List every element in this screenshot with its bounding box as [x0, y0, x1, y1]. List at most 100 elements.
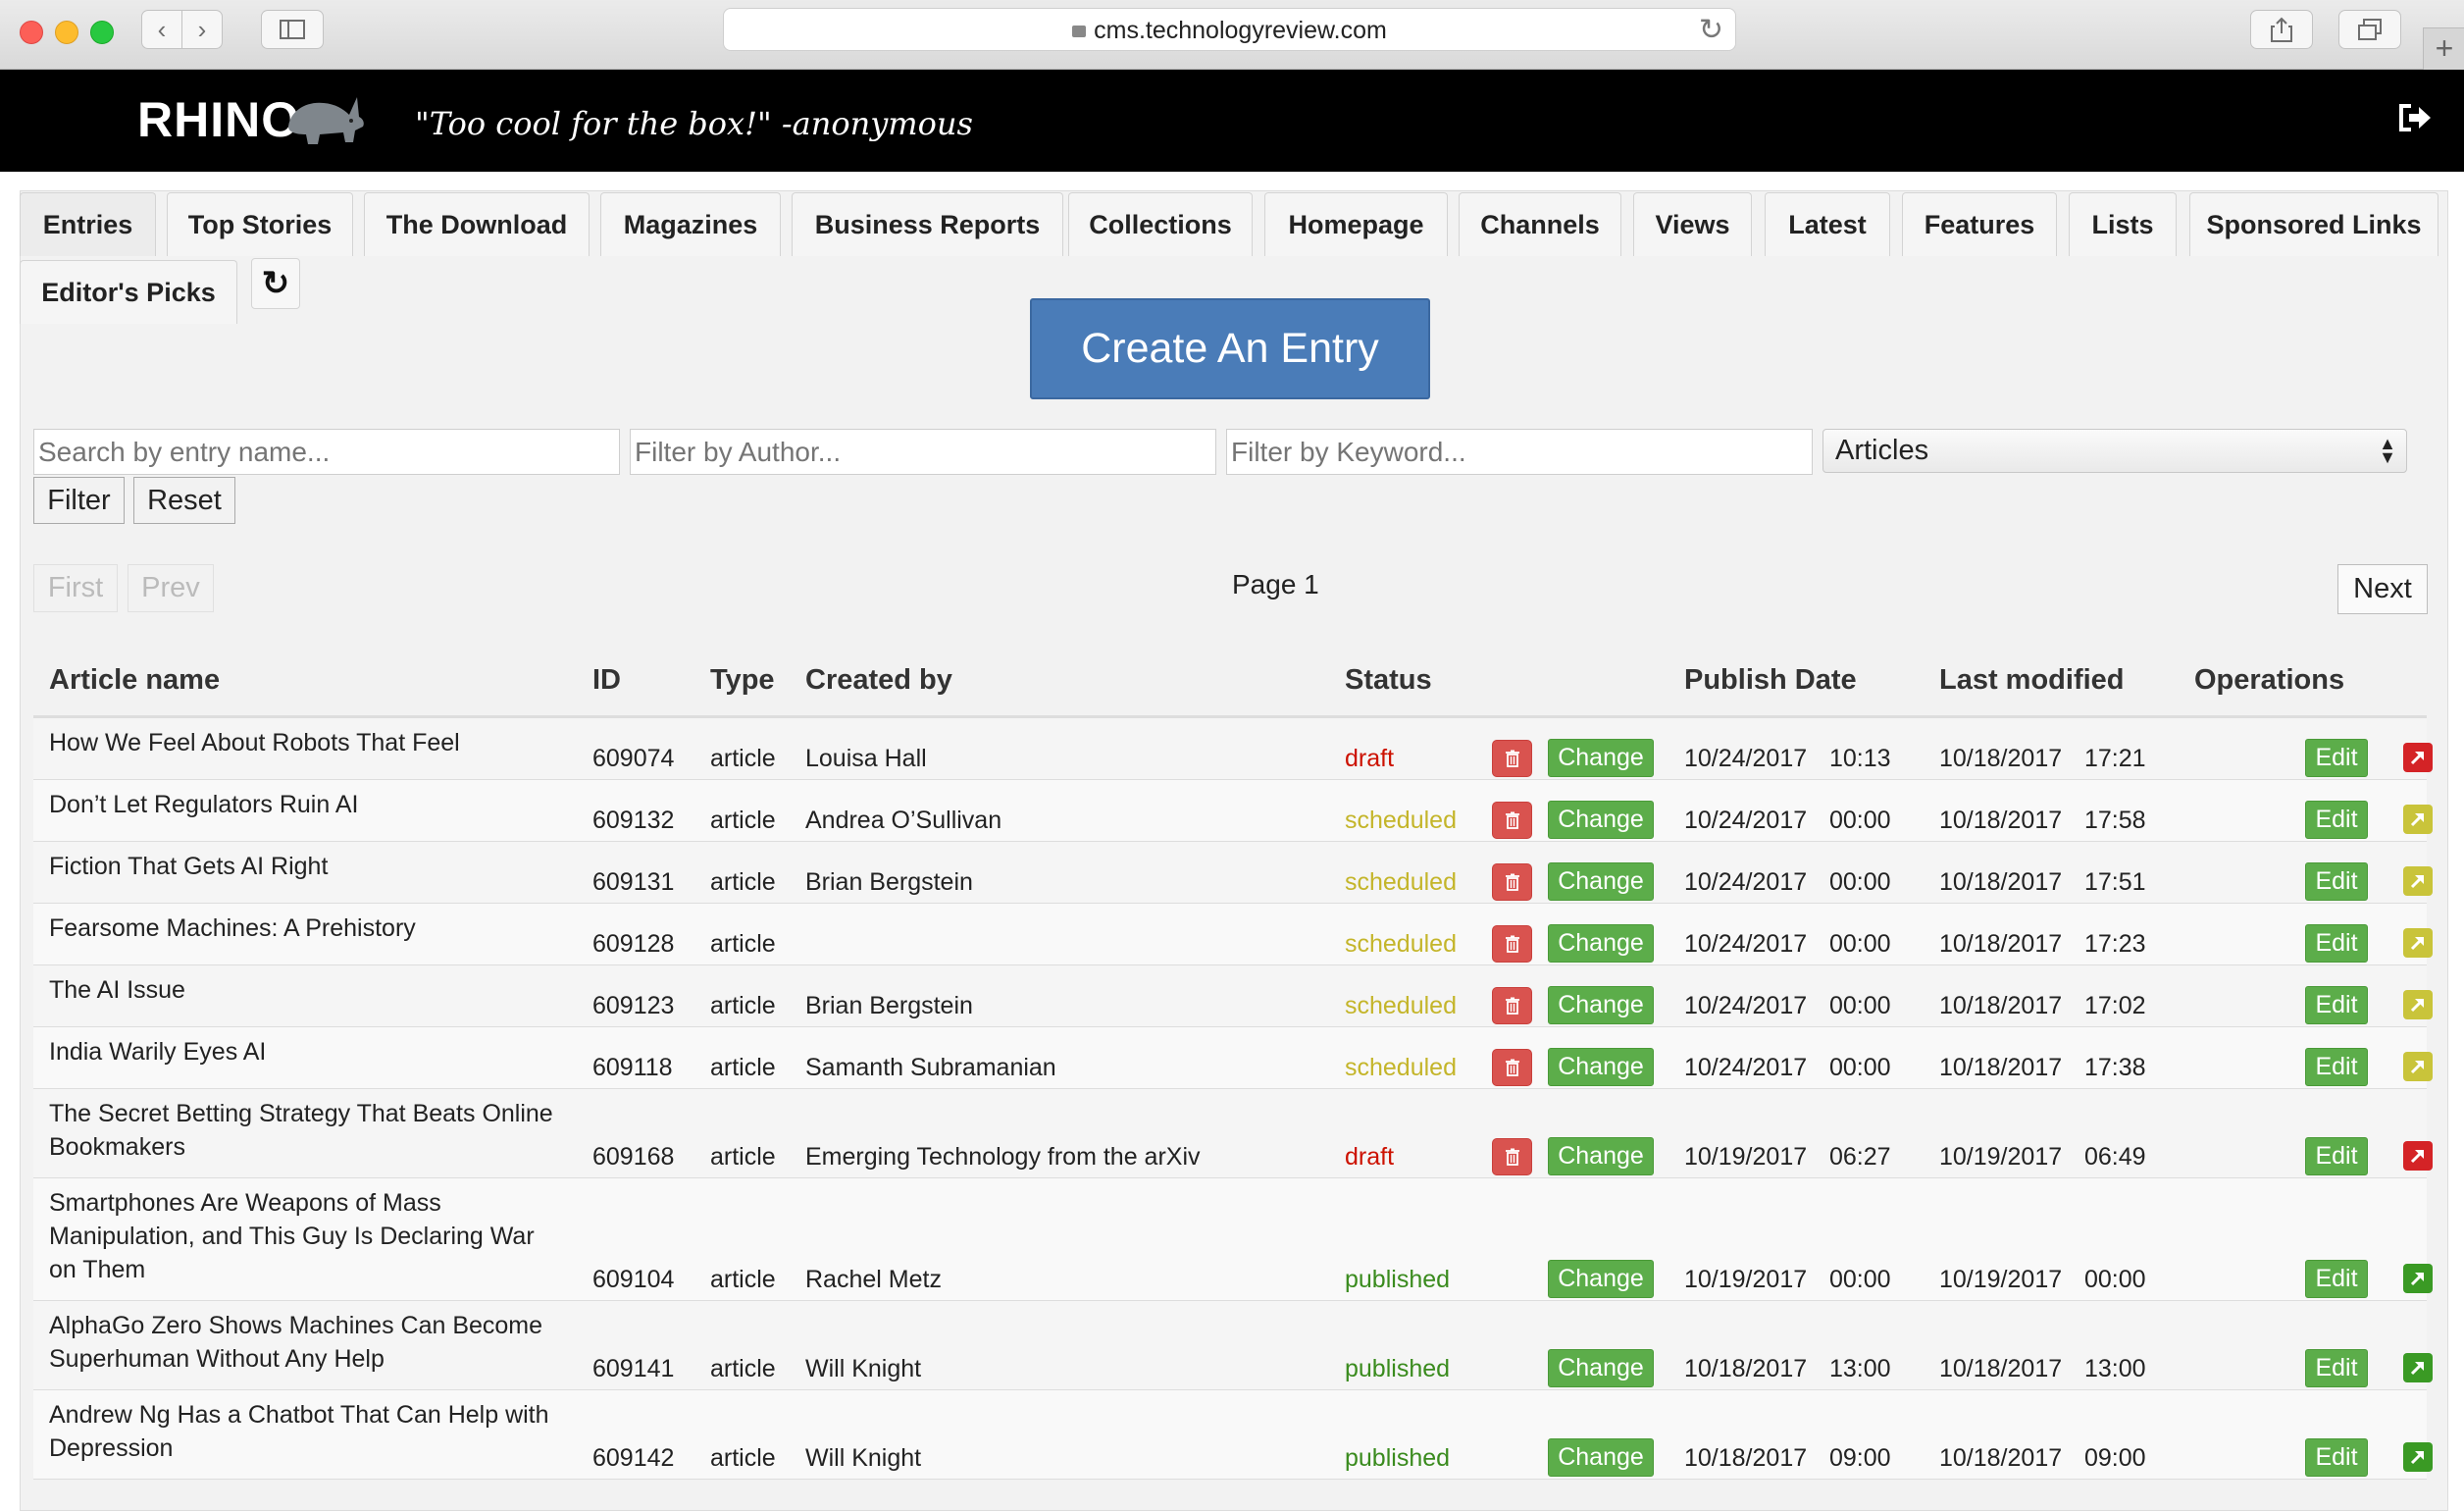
- tab-channels[interactable]: Channels: [1459, 192, 1621, 256]
- article-name[interactable]: The AI Issue: [49, 973, 559, 1007]
- change-status-button[interactable]: Change: [1548, 1438, 1654, 1477]
- tab-homepage[interactable]: Homepage: [1264, 192, 1448, 256]
- prev-page-button[interactable]: Prev: [128, 564, 214, 612]
- address-bar[interactable]: cms.technologyreview.com ↻: [723, 8, 1736, 51]
- refresh-button[interactable]: ↻: [251, 258, 300, 309]
- delete-button[interactable]: [1492, 987, 1532, 1024]
- reset-button[interactable]: Reset: [133, 477, 235, 524]
- tab-magazines[interactable]: Magazines: [600, 192, 781, 256]
- publish-date: 10/24/2017: [1684, 930, 1808, 958]
- edit-button[interactable]: Edit: [2305, 1137, 2368, 1175]
- open-external-button[interactable]: [2403, 1052, 2433, 1081]
- change-status-button[interactable]: Change: [1548, 1349, 1654, 1387]
- delete-button[interactable]: [1492, 802, 1532, 839]
- open-external-button[interactable]: [2403, 866, 2433, 896]
- article-name[interactable]: Fearsome Machines: A Prehistory: [49, 912, 559, 945]
- modified-date: 10/19/2017: [1939, 1143, 2063, 1171]
- edit-button[interactable]: Edit: [2305, 986, 2368, 1024]
- modified-time: 17:58: [2084, 807, 2146, 834]
- forward-button[interactable]: ›: [181, 10, 223, 49]
- open-external-button[interactable]: [2403, 928, 2433, 958]
- article-name[interactable]: Andrew Ng Has a Chatbot That Can Help wi…: [49, 1398, 559, 1465]
- open-external-button[interactable]: [2403, 1442, 2433, 1472]
- article-name[interactable]: AlphaGo Zero Shows Machines Can Become S…: [49, 1309, 559, 1376]
- tab-top-stories[interactable]: Top Stories: [167, 192, 353, 256]
- tab-business-reports[interactable]: Business Reports: [792, 192, 1063, 256]
- sidebar-toggle-button[interactable]: [261, 10, 324, 49]
- create-entry-button[interactable]: Create An Entry: [1030, 298, 1430, 399]
- article-name[interactable]: Smartphones Are Weapons of Mass Manipula…: [49, 1186, 559, 1286]
- entry-id: 609132: [592, 807, 675, 834]
- entry-type: article: [710, 1143, 776, 1171]
- open-external-button[interactable]: [2403, 990, 2433, 1019]
- open-external-button[interactable]: [2403, 1353, 2433, 1382]
- publish-date: 10/24/2017: [1684, 1054, 1808, 1081]
- edit-button[interactable]: Edit: [2305, 1048, 2368, 1086]
- delete-button[interactable]: [1492, 863, 1532, 901]
- publish-time: 06:27: [1829, 1143, 1891, 1171]
- zoom-window-button[interactable]: [90, 21, 114, 44]
- external-link-icon: [2410, 1149, 2425, 1164]
- tab-lists[interactable]: Lists: [2069, 192, 2177, 256]
- tab-the-download[interactable]: The Download: [364, 192, 590, 256]
- status-badge: published: [1345, 1355, 1451, 1382]
- change-status-button[interactable]: Change: [1548, 986, 1654, 1024]
- open-external-button[interactable]: [2403, 743, 2433, 772]
- status-badge: draft: [1345, 745, 1395, 772]
- change-status-button[interactable]: Change: [1548, 924, 1654, 963]
- tab-editors-picks[interactable]: Editor's Picks: [20, 260, 237, 324]
- tab-collections[interactable]: Collections: [1068, 192, 1253, 256]
- edit-button[interactable]: Edit: [2305, 924, 2368, 963]
- article-name[interactable]: India Warily Eyes AI: [49, 1035, 559, 1068]
- modified-time: 17:38: [2084, 1054, 2146, 1081]
- tab-features[interactable]: Features: [1902, 192, 2057, 256]
- modified-date: 10/18/2017: [1939, 807, 2063, 834]
- tab-latest[interactable]: Latest: [1765, 192, 1890, 256]
- edit-button[interactable]: Edit: [2305, 801, 2368, 839]
- delete-button[interactable]: [1492, 1049, 1532, 1086]
- tabs-overview-button[interactable]: [2338, 10, 2401, 49]
- open-external-button[interactable]: [2403, 805, 2433, 834]
- edit-button[interactable]: Edit: [2305, 739, 2368, 777]
- minimize-window-button[interactable]: [55, 21, 78, 44]
- article-name[interactable]: The Secret Betting Strategy That Beats O…: [49, 1097, 559, 1164]
- edit-button[interactable]: Edit: [2305, 1349, 2368, 1387]
- article-name[interactable]: Fiction That Gets AI Right: [49, 850, 559, 883]
- back-button[interactable]: ‹: [141, 10, 182, 49]
- edit-button[interactable]: Edit: [2305, 1438, 2368, 1477]
- search-input[interactable]: [33, 429, 620, 475]
- tab-views[interactable]: Views: [1633, 192, 1752, 256]
- delete-button[interactable]: [1492, 740, 1532, 777]
- edit-button[interactable]: Edit: [2305, 1260, 2368, 1298]
- change-status-button[interactable]: Change: [1548, 1048, 1654, 1086]
- open-external-button[interactable]: [2403, 1264, 2433, 1293]
- change-status-button[interactable]: Change: [1548, 1137, 1654, 1175]
- tab-entries[interactable]: Entries: [20, 192, 156, 256]
- first-page-button[interactable]: First: [33, 564, 118, 612]
- app-logo[interactable]: RHINO: [137, 91, 300, 148]
- delete-button[interactable]: [1492, 925, 1532, 963]
- article-name[interactable]: How We Feel About Robots That Feel: [49, 726, 559, 759]
- tab-sponsored-links[interactable]: Sponsored Links: [2189, 192, 2438, 256]
- close-window-button[interactable]: [20, 21, 43, 44]
- logout-icon[interactable]: [2397, 103, 2433, 141]
- change-status-button[interactable]: Change: [1548, 862, 1654, 901]
- article-name[interactable]: Don’t Let Regulators Ruin AI: [49, 788, 559, 821]
- edit-button[interactable]: Edit: [2305, 862, 2368, 901]
- next-page-button[interactable]: Next: [2337, 564, 2428, 614]
- publish-time: 13:00: [1829, 1355, 1891, 1382]
- share-button[interactable]: [2250, 10, 2313, 49]
- change-status-button[interactable]: Change: [1548, 739, 1654, 777]
- change-status-button[interactable]: Change: [1548, 1260, 1654, 1298]
- status-badge: scheduled: [1345, 807, 1457, 834]
- entry-type-select[interactable]: Articles ▲ ▼: [1822, 429, 2407, 473]
- author-filter-input[interactable]: [630, 429, 1216, 475]
- filter-button[interactable]: Filter: [33, 477, 125, 524]
- change-status-button[interactable]: Change: [1548, 801, 1654, 839]
- keyword-filter-input[interactable]: [1226, 429, 1813, 475]
- new-tab-button[interactable]: +: [2423, 27, 2464, 70]
- reload-icon[interactable]: ↻: [1699, 13, 1723, 47]
- entry-id: 609142: [592, 1444, 675, 1472]
- delete-button[interactable]: [1492, 1138, 1532, 1175]
- open-external-button[interactable]: [2403, 1141, 2433, 1171]
